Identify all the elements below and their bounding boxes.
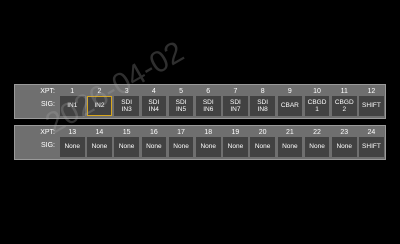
crosspoint-number: 10 [313, 88, 321, 95]
row-labels: XPT: SIG: [15, 85, 59, 118]
crosspoint-button-3[interactable]: 3 SDI IN3 [113, 85, 140, 118]
crosspoint-button-6[interactable]: 6 SDI IN6 [195, 85, 222, 118]
crosspoint-button-19[interactable]: 19 None [222, 126, 249, 159]
crosspoint-number: 18 [204, 129, 213, 136]
crosspoint-button-22[interactable]: 22 None [304, 126, 331, 159]
signal-label: CBGD 2 [332, 96, 357, 116]
crosspoint-number: 13 [68, 129, 77, 136]
signal-label: CBGD 1 [304, 96, 330, 116]
xpt-label: XPT: [40, 88, 55, 95]
xpt-label: XPT: [40, 129, 55, 136]
crosspoint-number: 20 [258, 129, 267, 136]
signal-label: None [223, 137, 248, 157]
signal-label: None [250, 137, 275, 157]
signal-label: None [304, 137, 330, 157]
sig-label: SIG: [40, 101, 55, 108]
crosspoint-button-17[interactable]: 17 None [168, 126, 195, 159]
crosspoint-number: 5 [179, 88, 183, 95]
crosspoint-button-4[interactable]: 4 SDI IN4 [141, 85, 168, 118]
signal-label: SHIFT [359, 96, 384, 116]
signal-label: SDI IN5 [168, 96, 194, 116]
crosspoint-number: 19 [231, 129, 240, 136]
crosspoint-number: 4 [151, 88, 156, 95]
crosspoint-row-2: XPT: SIG: 13 None 14 None 15 None 16 None 17 None… [14, 125, 386, 160]
crosspoint-button-21[interactable]: 21 None [277, 126, 304, 159]
crosspoint-number: 17 [177, 129, 185, 136]
crosspoint-button-7[interactable]: 7 SDI IN7 [222, 85, 249, 118]
crosspoint-number: 9 [287, 88, 292, 95]
crosspoint-button-16[interactable]: 16 None [141, 126, 168, 159]
signal-label: None [141, 137, 167, 157]
signal-label: IN2 [87, 96, 112, 116]
crosspoint-button-24[interactable]: 24 SHIFT [358, 126, 385, 159]
signal-label: None [60, 137, 85, 157]
crosspoint-number: 12 [367, 88, 376, 95]
crosspoint-number: 3 [124, 88, 129, 95]
crosspoint-button-10[interactable]: 10 CBGD 1 [304, 85, 331, 118]
crosspoint-button-9[interactable]: 9 CBAR [277, 85, 304, 118]
crosspoint-button-12[interactable]: 12 SHIFT [358, 85, 385, 118]
sig-label: SIG: [40, 142, 55, 149]
signal-label: None [196, 137, 221, 157]
signal-label: None [114, 137, 139, 157]
crosspoint-number: 22 [313, 129, 321, 136]
signal-label: CBAR [277, 96, 303, 116]
signal-label: IN1 [60, 96, 85, 116]
crosspoint-number: 14 [95, 129, 104, 136]
crosspoint-button-15[interactable]: 15 None [113, 126, 140, 159]
crosspoint-number: 23 [340, 129, 349, 136]
crosspoint-number: 16 [149, 129, 158, 136]
signal-label: None [168, 137, 194, 157]
crosspoint-row-1: XPT: SIG: 1 IN1 2 IN2 3 SDI IN3 4 SDI IN4 5 SDI I… [14, 84, 386, 119]
crosspoint-button-5[interactable]: 5 SDI IN5 [168, 85, 195, 118]
crosspoint-number: 7 [233, 88, 238, 95]
signal-label: None [332, 137, 357, 157]
crosspoint-button-11[interactable]: 11 CBGD 2 [331, 85, 358, 118]
crosspoint-number: 21 [285, 129, 294, 136]
crosspoint-number: 8 [260, 88, 265, 95]
crosspoint-button-8[interactable]: 8 SDI IN8 [249, 85, 276, 118]
crosspoint-number: 11 [340, 88, 348, 95]
signal-label: SDI IN6 [196, 96, 221, 116]
crosspoint-number: 15 [122, 129, 131, 136]
crosspoint-number: 6 [206, 88, 211, 95]
crosspoint-number: 24 [367, 129, 376, 136]
signal-label: None [277, 137, 303, 157]
crosspoint-button-1[interactable]: 1 IN1 [59, 85, 86, 118]
signal-label: SDI IN4 [141, 96, 167, 116]
signal-label: SHIFT [359, 137, 384, 157]
crosspoint-button-2[interactable]: 2 IN2 [86, 85, 113, 118]
crosspoint-button-18[interactable]: 18 None [195, 126, 222, 159]
signal-label: SDI IN3 [114, 96, 139, 116]
crosspoint-number: 2 [97, 88, 102, 95]
crosspoint-button-20[interactable]: 20 None [249, 126, 276, 159]
signal-label: SDI IN7 [223, 96, 248, 116]
crosspoint-button-23[interactable]: 23 None [331, 126, 358, 159]
signal-label: SDI IN8 [250, 96, 275, 116]
signal-label: None [87, 137, 112, 157]
crosspoint-button-13[interactable]: 13 None [59, 126, 86, 159]
row-labels: XPT: SIG: [15, 126, 59, 159]
crosspoint-button-14[interactable]: 14 None [86, 126, 113, 159]
crosspoint-number: 1 [70, 88, 75, 95]
